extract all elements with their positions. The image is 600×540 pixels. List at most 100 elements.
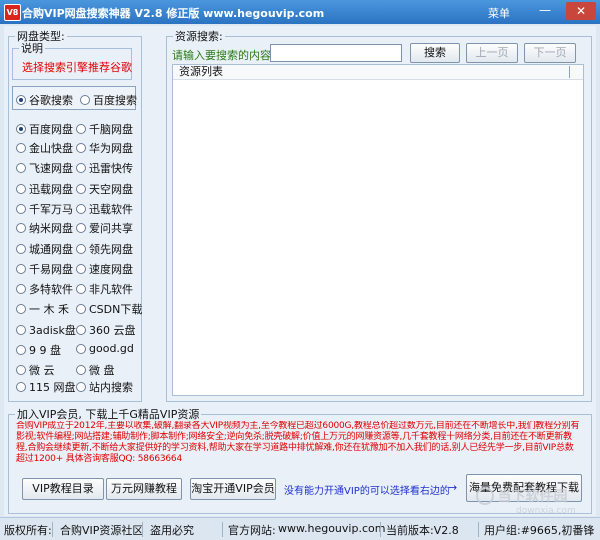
radio-dot-icon	[76, 365, 86, 375]
vip-description: 合购VIP成立于2012年,主要以收集,破解,翻录各大VIP视频为主,至今教程已…	[16, 421, 580, 464]
radio-dot-icon	[76, 382, 86, 392]
disk-radio[interactable]: 飞速网盘	[16, 160, 73, 176]
disk-label: 迅雷快传	[89, 162, 133, 175]
disk-radio[interactable]: 9 9 盘	[16, 342, 61, 358]
results-list[interactable]: 资源列表	[172, 64, 584, 396]
disk-radio[interactable]: 纳米网盘	[16, 220, 73, 236]
minimize-button[interactable]: —	[536, 3, 554, 19]
radio-dot-icon	[76, 325, 86, 335]
radio-dot-icon	[80, 95, 90, 105]
disk-label: 千易网盘	[29, 263, 73, 276]
disk-radio[interactable]: 多特软件	[16, 281, 73, 297]
radio-dot-icon	[76, 244, 86, 254]
status-piracy: 盗用必究	[150, 524, 194, 537]
watermark-main: 当下软件园	[497, 489, 568, 505]
radio-dot-icon	[76, 143, 86, 153]
disk-label: 纳米网盘	[29, 222, 73, 235]
status-copyright: 版权所有:	[4, 524, 52, 537]
disk-radio[interactable]: 微 云	[16, 362, 55, 378]
disk-radio[interactable]: 微 盘	[76, 362, 115, 378]
results-header-label: 资源列表	[179, 65, 223, 78]
disk-radio[interactable]: CSDN下载	[76, 301, 142, 317]
engine-baidu-radio[interactable]: 百度搜索	[80, 92, 137, 108]
radio-dot-icon	[16, 143, 26, 153]
disk-radio[interactable]: 迅载软件	[76, 201, 133, 217]
menu-button[interactable]: 菜单	[488, 5, 510, 21]
status-site-link[interactable]: www.hegouvip.com	[278, 522, 385, 535]
status-version: 当前版本:V2.8	[386, 524, 459, 537]
disk-radio[interactable]: 迅载网盘	[16, 181, 73, 197]
disk-radio[interactable]: 千军万马	[16, 201, 73, 217]
disk-radio[interactable]: 一 木 禾	[16, 301, 69, 317]
radio-dot-icon	[16, 304, 26, 314]
disk-label: 迅载软件	[89, 203, 133, 216]
disk-label: 千脑网盘	[89, 123, 133, 136]
disk-radio[interactable]: 千脑网盘	[76, 121, 133, 137]
radio-dot-icon	[76, 163, 86, 173]
vip-hint: 没有能力开通VIP的可以选择看右边的	[284, 486, 450, 497]
disk-radio[interactable]: 迅雷快传	[76, 160, 133, 176]
radio-dot-icon	[16, 204, 26, 214]
disk-label: 华为网盘	[89, 142, 133, 155]
disk-label: 一 木 禾	[29, 303, 69, 316]
radio-dot-icon	[76, 223, 86, 233]
radio-dot-icon	[16, 325, 26, 335]
note-legend: 说明	[21, 42, 43, 55]
disk-label: 微 云	[29, 364, 55, 377]
disk-label: 飞速网盘	[29, 162, 73, 175]
disk-radio[interactable]: 华为网盘	[76, 140, 133, 156]
disk-label: 微 盘	[89, 364, 115, 377]
disk-radio[interactable]: 领先网盘	[76, 241, 133, 257]
column-divider	[569, 66, 570, 78]
disk-radio[interactable]: 速度网盘	[76, 261, 133, 277]
radio-dot-icon	[16, 163, 26, 173]
disk-radio[interactable]: good.gd	[76, 342, 134, 355]
main-window: 网盘类型: 说明 选择搜索引擎推荐谷歌 谷歌搜索 百度搜索 百度网盘 千脑网盘 …	[4, 26, 596, 516]
disk-radio[interactable]: 城通网盘	[16, 241, 73, 257]
engine-google-radio[interactable]: 谷歌搜索	[16, 92, 73, 108]
disk-label: 爱问共享	[89, 222, 133, 235]
disk-radio[interactable]: 爱问共享	[76, 220, 133, 236]
disk-radio[interactable]: 千易网盘	[16, 261, 73, 277]
results-list-header: 资源列表	[173, 65, 583, 80]
window-title: 合购VIP网盘搜索神器 V2.8 修正版 www.hegouvip.com	[22, 7, 325, 20]
status-divider	[222, 522, 223, 537]
disk-label: good.gd	[89, 342, 134, 355]
next-page-button[interactable]: 下一页	[524, 43, 576, 63]
status-users: 用户组:#9665,初番锋	[484, 524, 595, 537]
status-divider	[142, 522, 143, 537]
disk-radio[interactable]: 站内搜索	[76, 379, 133, 395]
vip-course-button[interactable]: VIP教程目录	[22, 478, 104, 500]
disk-label: 领先网盘	[89, 243, 133, 256]
disk-radio[interactable]: 百度网盘	[16, 121, 73, 137]
disk-label: 千军万马	[29, 203, 73, 216]
disk-label: 站内搜索	[89, 381, 133, 394]
radio-dot-icon	[16, 244, 26, 254]
disk-radio[interactable]: 115 网盘	[16, 379, 76, 395]
earn-course-button[interactable]: 万元网赚教程	[106, 478, 182, 500]
disk-radio[interactable]: 天空网盘	[76, 181, 133, 197]
disk-radio[interactable]: 非凡软件	[76, 281, 133, 297]
search-button[interactable]: 搜索	[410, 43, 460, 63]
disk-label: 迅载网盘	[29, 183, 73, 196]
disk-label: 3adisk盘	[29, 324, 76, 337]
taobao-vip-button[interactable]: 淘宝开通VIP会员	[190, 478, 276, 500]
close-button[interactable]: ✕	[566, 2, 596, 20]
watermark-sub: downxia.com	[516, 506, 576, 516]
disk-radio[interactable]: 360 云盘	[76, 322, 136, 338]
radio-dot-icon	[76, 304, 86, 314]
radio-dot-icon	[76, 343, 86, 354]
search-prompt: 请输入要搜索的内容:	[172, 49, 275, 62]
disk-radio[interactable]: 金山快盘	[16, 140, 73, 156]
disk-label: 百度网盘	[29, 123, 73, 136]
radio-dot-icon	[16, 95, 26, 105]
search-input[interactable]	[270, 44, 402, 62]
prev-page-button[interactable]: 上一页	[466, 43, 518, 63]
radio-dot-icon	[76, 184, 86, 194]
watermark: 当下软件园 downxia.com	[476, 486, 576, 516]
radio-dot-icon	[16, 264, 26, 274]
radio-dot-icon	[76, 284, 86, 294]
radio-dot-icon	[16, 365, 26, 375]
disk-label: CSDN下载	[89, 303, 143, 316]
disk-radio[interactable]: 3adisk盘	[16, 322, 76, 338]
